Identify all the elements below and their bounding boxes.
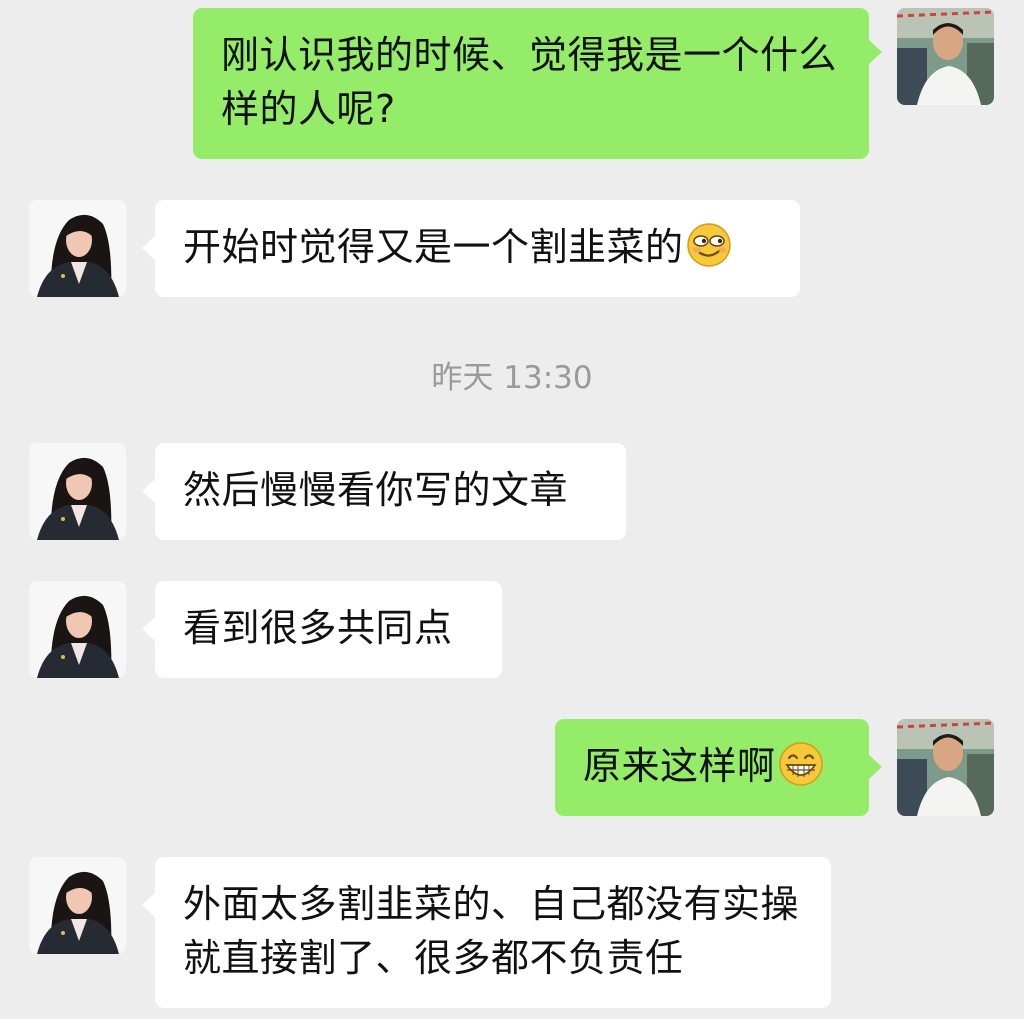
message-bubble[interactable]: 然后慢慢看你写的文章 xyxy=(155,443,626,540)
message-text: 刚认识我的时候、觉得我是一个什么样的人呢? xyxy=(221,33,838,131)
message-bubble[interactable]: 看到很多共同点 xyxy=(155,581,502,678)
contact-avatar[interactable] xyxy=(29,443,126,540)
chat-timestamp: 昨天 13:30 xyxy=(431,360,593,396)
message-bubble[interactable]: 原来这样啊 xyxy=(555,719,869,816)
bubble-tail xyxy=(142,617,155,641)
bubble-tail xyxy=(869,40,882,64)
message-text: 看到很多共同点 xyxy=(183,606,453,650)
contact-avatar[interactable] xyxy=(29,200,126,297)
my-avatar[interactable] xyxy=(897,719,994,816)
contact-avatar[interactable] xyxy=(29,857,126,954)
message-text: 开始时觉得又是一个割韭菜的 xyxy=(183,225,684,269)
message-bubble[interactable]: 外面太多割韭菜的、自己都没有实操就直接割了、很多都不负责任 xyxy=(155,857,831,1008)
message-text: 然后慢慢看你写的文章 xyxy=(183,468,569,512)
message-bubble[interactable]: 开始时觉得又是一个割韭菜的 xyxy=(155,200,800,297)
message-text: 外面太多割韭菜的、自己都没有实操就直接割了、很多都不负责任 xyxy=(183,882,800,980)
bubble-tail xyxy=(142,893,155,917)
grin-emoji-icon xyxy=(778,742,823,786)
my-avatar[interactable] xyxy=(897,8,994,105)
bubble-tail xyxy=(869,755,882,779)
bubble-tail xyxy=(142,479,155,503)
smirk-emoji-icon xyxy=(686,223,731,267)
message-text: 原来这样啊 xyxy=(583,744,776,788)
contact-avatar[interactable] xyxy=(29,581,126,678)
bubble-tail xyxy=(142,236,155,260)
message-bubble[interactable]: 刚认识我的时候、觉得我是一个什么样的人呢? xyxy=(193,8,869,159)
